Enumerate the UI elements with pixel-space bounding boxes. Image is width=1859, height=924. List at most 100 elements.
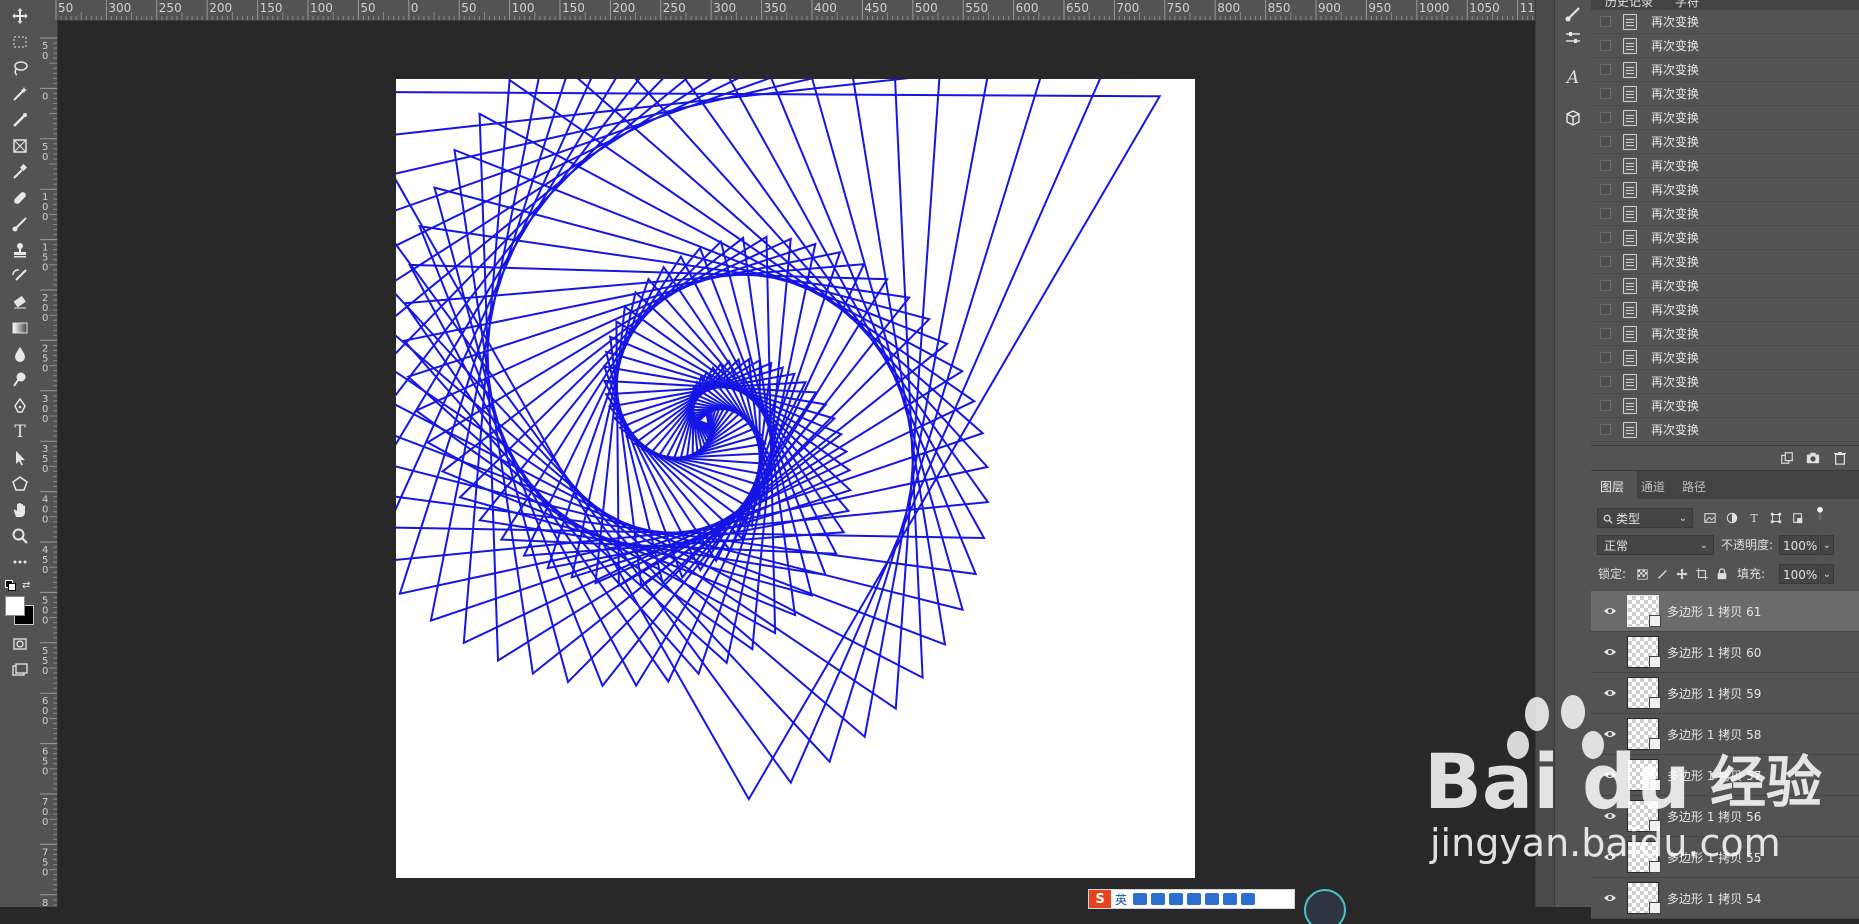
foreground-color-swatch[interactable] <box>5 596 25 616</box>
screen-mode-icon[interactable] <box>0 658 40 682</box>
layer-row[interactable]: 多边形 1 拷贝 61 <box>1591 591 1859 632</box>
history-item[interactable]: 再次变换 <box>1591 394 1859 418</box>
history-brush-source-checkbox[interactable] <box>1600 352 1611 363</box>
new-document-from-state-icon[interactable] <box>1779 450 1795 466</box>
tab-layers[interactable]: 图层 <box>1600 478 1624 495</box>
marquee-icon[interactable] <box>0 30 40 54</box>
history-item[interactable]: 再次变换 <box>1591 10 1859 34</box>
input-method-toolbar[interactable]: S 英 <box>1088 889 1295 909</box>
layer-row[interactable]: 多边形 1 拷贝 54 <box>1591 878 1859 919</box>
history-item[interactable]: 再次变换 <box>1591 226 1859 250</box>
history-item[interactable]: 再次变换 <box>1591 298 1859 322</box>
history-brush-source-checkbox[interactable] <box>1600 160 1611 171</box>
history-item[interactable]: 再次变换 <box>1591 58 1859 82</box>
document-canvas[interactable] <box>396 79 1195 878</box>
history-item[interactable]: 再次变换 <box>1591 34 1859 58</box>
lock-transparent-icon[interactable] <box>1635 567 1649 581</box>
eyedropper-brush-icon[interactable] <box>0 108 40 132</box>
brush-icon[interactable] <box>0 212 40 236</box>
shape-icon[interactable] <box>0 472 40 496</box>
dodge-icon[interactable] <box>0 368 40 392</box>
history-brush-source-checkbox[interactable] <box>1600 136 1611 147</box>
history-brush-source-checkbox[interactable] <box>1600 16 1611 27</box>
history-brush-source-checkbox[interactable] <box>1600 40 1611 51</box>
history-brush-source-checkbox[interactable] <box>1600 88 1611 99</box>
history-item[interactable]: 再次变换 <box>1591 130 1859 154</box>
layer-row[interactable]: 多边形 1 拷贝 57 <box>1591 755 1859 796</box>
layer-row[interactable]: 多边形 1 拷贝 55 <box>1591 837 1859 878</box>
quick-mask-icon[interactable] <box>0 632 40 656</box>
history-brush-source-checkbox[interactable] <box>1600 232 1611 243</box>
more-icon[interactable] <box>0 550 40 574</box>
move-icon[interactable] <box>0 4 40 28</box>
opacity-input[interactable]: 100% <box>1779 535 1819 555</box>
history-brush-source-checkbox[interactable] <box>1600 328 1611 339</box>
tab-character[interactable]: 字符 <box>1675 0 1699 10</box>
history-brush-icon[interactable] <box>0 264 40 288</box>
visibility-eye-icon[interactable] <box>1603 645 1617 659</box>
history-item[interactable]: 再次变换 <box>1591 82 1859 106</box>
history-item[interactable]: 再次变换 <box>1591 418 1859 442</box>
history-brush-source-checkbox[interactable] <box>1600 424 1611 435</box>
pen-icon[interactable] <box>0 394 40 418</box>
swatch-reset-icon[interactable] <box>5 580 16 591</box>
visibility-eye-icon[interactable] <box>1603 727 1617 741</box>
history-brush-source-checkbox[interactable] <box>1600 400 1611 411</box>
visibility-eye-icon[interactable] <box>1603 604 1617 618</box>
history-brush-source-checkbox[interactable] <box>1600 184 1611 195</box>
emoji-icon[interactable] <box>1151 893 1166 905</box>
history-item[interactable]: 再次变换 <box>1591 370 1859 394</box>
healing-icon[interactable] <box>0 186 40 210</box>
new-snapshot-icon[interactable] <box>1805 450 1821 466</box>
delete-state-icon[interactable] <box>1832 450 1848 466</box>
fill-input[interactable]: 100% <box>1779 564 1819 584</box>
lock-artboard-icon[interactable] <box>1695 567 1709 581</box>
history-item[interactable]: 再次变换 <box>1591 322 1859 346</box>
tab-history[interactable]: 历史记录 <box>1605 0 1653 10</box>
fill-dropdown[interactable]: ⌄ <box>1820 564 1834 584</box>
lasso-icon[interactable] <box>0 56 40 80</box>
sogou-logo-icon[interactable]: S <box>1089 890 1111 908</box>
layer-row[interactable]: 多边形 1 拷贝 58 <box>1591 714 1859 755</box>
history-brush-source-checkbox[interactable] <box>1600 112 1611 123</box>
history-item[interactable]: 再次变换 <box>1591 106 1859 130</box>
filter-adjustment-icon[interactable] <box>1725 511 1739 525</box>
filter-smart-object-icon[interactable] <box>1791 511 1805 525</box>
adjustments-icon[interactable] <box>1555 24 1591 52</box>
blur-icon[interactable] <box>0 342 40 366</box>
ime-language-mode[interactable]: 英 <box>1115 891 1127 908</box>
lock-all-icon[interactable] <box>1715 567 1729 581</box>
history-brush-source-checkbox[interactable] <box>1600 64 1611 75</box>
lock-pixels-icon[interactable] <box>1655 567 1669 581</box>
eyedropper-icon[interactable] <box>0 160 40 184</box>
history-item[interactable]: 再次变换 <box>1591 202 1859 226</box>
history-item[interactable]: 再次变换 <box>1591 346 1859 370</box>
visibility-eye-icon[interactable] <box>1603 686 1617 700</box>
visibility-eye-icon[interactable] <box>1603 768 1617 782</box>
visibility-eye-icon[interactable] <box>1603 891 1617 905</box>
visibility-eye-icon[interactable] <box>1603 809 1617 823</box>
punctuation-icon[interactable] <box>1133 893 1148 905</box>
user-icon[interactable] <box>1205 893 1220 905</box>
history-brush-source-checkbox[interactable] <box>1600 280 1611 291</box>
frame-icon[interactable] <box>0 134 40 158</box>
zoom-icon[interactable] <box>0 524 40 548</box>
history-item[interactable]: 再次变换 <box>1591 178 1859 202</box>
swap-colors-icon[interactable]: ⇄ <box>22 580 30 591</box>
hand-icon[interactable] <box>0 498 40 522</box>
filter-shape-icon[interactable] <box>1769 511 1783 525</box>
layer-filter-select[interactable]: 类型 ⌄ <box>1597 508 1693 528</box>
voice-icon[interactable] <box>1169 893 1184 905</box>
layer-row[interactable]: 多边形 1 拷贝 59 <box>1591 673 1859 714</box>
blend-mode-select[interactable]: 正常 ⌄ <box>1597 535 1714 555</box>
stamp-icon[interactable] <box>0 238 40 262</box>
toolbox-icon[interactable] <box>1241 893 1256 905</box>
layer-row[interactable]: 多边形 1 拷贝 60 <box>1591 632 1859 673</box>
lock-position-icon[interactable] <box>1675 567 1689 581</box>
history-item[interactable]: 再次变换 <box>1591 250 1859 274</box>
history-brush-source-checkbox[interactable] <box>1600 208 1611 219</box>
keyboard-icon[interactable] <box>1187 893 1202 905</box>
filter-pixel-icon[interactable] <box>1703 511 1717 525</box>
skin-icon[interactable] <box>1223 893 1238 905</box>
history-brush-source-checkbox[interactable] <box>1600 256 1611 267</box>
